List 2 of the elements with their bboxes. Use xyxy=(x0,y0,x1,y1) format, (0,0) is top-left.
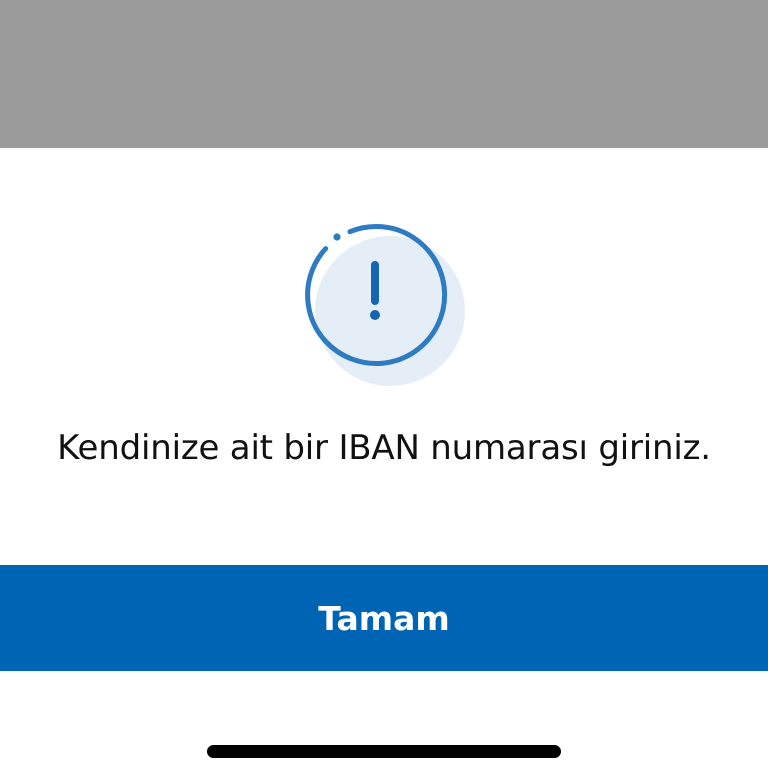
dialog-message: Kendinize ait bir IBAN numarası giriniz. xyxy=(57,428,711,468)
confirm-button[interactable]: Tamam xyxy=(0,565,768,671)
